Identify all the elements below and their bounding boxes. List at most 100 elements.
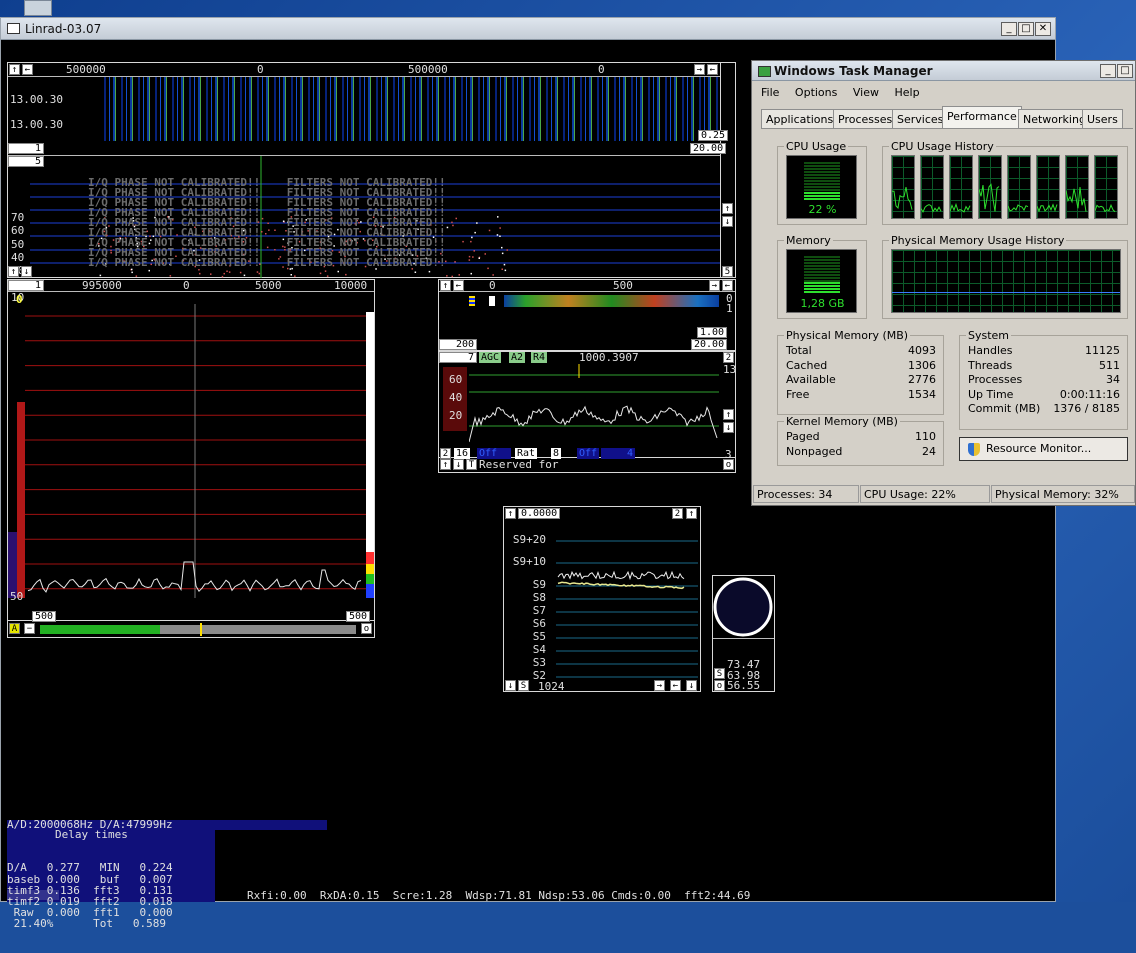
volume-bar-track[interactable] [160,625,356,634]
sm-down2-icon[interactable]: ↓ [686,680,697,691]
tm-maximize-button[interactable]: □ [1117,64,1133,78]
hr-right-icon[interactable]: → [709,280,720,291]
wideband-panel: ↑ ← → ← 500000 0 500000 0 13.00.30 13.00… [7,62,733,304]
sm-s-button[interactable]: S [518,680,529,691]
tab-performance[interactable]: Performance [942,106,1022,129]
smeter-two[interactable]: 2 [672,508,683,519]
status-memory: Physical Memory: 32% [991,485,1135,503]
stat-row: Commit (MB) 1376 / 8185 [968,402,1120,416]
warning-line: I/Q PHASE NOT CALIBRATED!! FILTERS NOT C… [88,256,446,269]
bl-a-button[interactable]: A [9,623,20,634]
menu-view[interactable]: View [853,86,879,99]
arrow-left2-icon[interactable]: ← [707,64,718,75]
resource-monitor-button[interactable]: Resource Monitor... [959,437,1128,461]
tab-services[interactable]: Services [892,109,949,128]
hr-left-val[interactable]: 200 [439,339,477,350]
linrad-titlebar[interactable]: Linrad-03.07 _ □ ✕ [1,18,1055,40]
memory-value: 1,28 GB [800,297,845,310]
sm-up2-icon[interactable]: ↑ [686,508,697,519]
shield-icon [968,443,980,456]
hr-left-icon[interactable]: ← [453,280,464,291]
pol-s-button[interactable]: S [714,668,725,679]
hr-avg[interactable]: 20.00 [691,339,728,350]
s-label: S7 [532,604,546,617]
menu-file[interactable]: File [761,86,779,99]
s-label: S5 [532,630,546,643]
agc-b-down-icon[interactable]: ↓ [453,459,464,470]
cpu-history-group: CPU Usage History [882,140,1128,225]
memory-group: Memory 1,28 GB [777,234,867,319]
cpu-core-graph [920,155,944,219]
time-label-2: 13.00.30 [10,118,63,131]
status-cpu: CPU Usage: 22% [860,485,990,503]
bl-o-button[interactable]: o [361,623,372,634]
a2-button[interactable]: A2 [509,352,526,363]
cpu-usage-label: CPU Usage [784,140,849,153]
tab-networking[interactable]: Networking [1018,109,1091,128]
arrow-right-icon[interactable]: → [694,64,705,75]
sm-down-icon[interactable]: ↓ [505,680,516,691]
volume-bar-fill[interactable] [40,625,160,634]
arrow-left-icon[interactable]: ← [22,64,33,75]
tab-applications[interactable]: Applications [761,109,839,128]
kernel-memory-label: Kernel Memory (MB) [784,415,900,428]
mem-history-group: Physical Memory Usage History [882,234,1128,319]
bl-scale-2: 5000 [255,279,282,292]
menu-options[interactable]: Options [795,86,837,99]
agc-two-box[interactable]: 2 [723,352,734,363]
agc-b-o-button[interactable]: o [723,459,734,470]
stats-line: Rxfi:0.00 RxDA:0.15 Scre:1.28 Wdsp:71.81… [247,889,751,902]
cpu-history-label: CPU Usage History [889,140,996,153]
recycle-bin-icon[interactable] [24,0,52,16]
agc-db-scale: 60 40 20 [449,373,463,422]
system-group: System Handles 11125 Threads 511 Processes 34… [959,329,1128,430]
scroll-left-icon[interactable]: ↑ [9,64,20,75]
minimize-button[interactable]: _ [1001,22,1017,36]
agc-box[interactable]: 7 [439,352,477,363]
polarization-panel: S o 73.47 63.98 56.55 [712,575,775,692]
agc-panel: 7 AGC A2 R4 1000.3907 2 60 40 20 13 ↑ ↓ 3 … [438,351,736,460]
cpu-core-graph [1036,155,1060,219]
hr-scale-0: 0 [489,279,496,292]
hr-left2-icon[interactable]: ← [722,280,733,291]
r4-button[interactable]: R4 [531,352,548,363]
tm-titlebar[interactable]: Windows Task Manager _ □ [752,61,1135,81]
wide-left-value[interactable]: 1 [8,143,44,154]
tab-users[interactable]: Users [1082,109,1123,128]
agc-b-up-icon[interactable]: ↑ [440,459,451,470]
agc-frequency: 1000.3907 [579,351,639,364]
cpu-core-graph [1094,155,1118,219]
bl-box[interactable]: 1 [8,280,44,291]
stat-row: Total 4093 [786,344,936,357]
bl-scale-1: 0 [183,279,190,292]
calibration-warnings: I/Q PHASE NOT CALIBRATED!! FILTERS NOT C… [88,158,446,288]
maximize-button[interactable]: □ [1018,22,1034,36]
delay-title: Delay times [55,828,128,841]
hr-up-icon[interactable]: ↑ [440,280,451,291]
agc-b-t-icon[interactable]: T [466,459,477,470]
spec-down-icon[interactable]: ↓ [21,266,32,277]
agc-down-icon[interactable]: ↓ [723,422,734,433]
hr-gain[interactable]: 1.00 [697,327,728,338]
cpu-core-graph [1065,155,1089,219]
tm-minimize-button[interactable]: _ [1100,64,1116,78]
bl-minus-button[interactable]: − [24,623,35,634]
mem-history-label: Physical Memory Usage History [889,234,1067,247]
status-processes: Processes: 34 [753,485,859,503]
agc-button[interactable]: AGC [479,352,502,363]
stat-row: Available 2776 [786,373,936,387]
sm-right-icon[interactable]: → [654,680,665,691]
cpu-core-graph [949,155,973,219]
spec-up-icon[interactable]: ↑ [8,266,19,277]
agc-bottom-bar: ↑ ↓ T Reserved for o [438,458,736,473]
close-button[interactable]: ✕ [1035,22,1051,36]
menu-help[interactable]: Help [894,86,919,99]
sm-left-icon[interactable]: ← [670,680,681,691]
pol-o-button[interactable]: o [714,680,725,691]
task-manager-window: Windows Task Manager _ □ File Options Vi… [751,60,1136,506]
sm-up-icon[interactable]: ↑ [505,508,516,519]
hires-waterfall [504,295,719,307]
agc-up-icon[interactable]: ↑ [723,409,734,420]
tab-processes[interactable]: Processes [833,109,898,128]
smeter-value[interactable]: 0.0000 [518,508,561,519]
